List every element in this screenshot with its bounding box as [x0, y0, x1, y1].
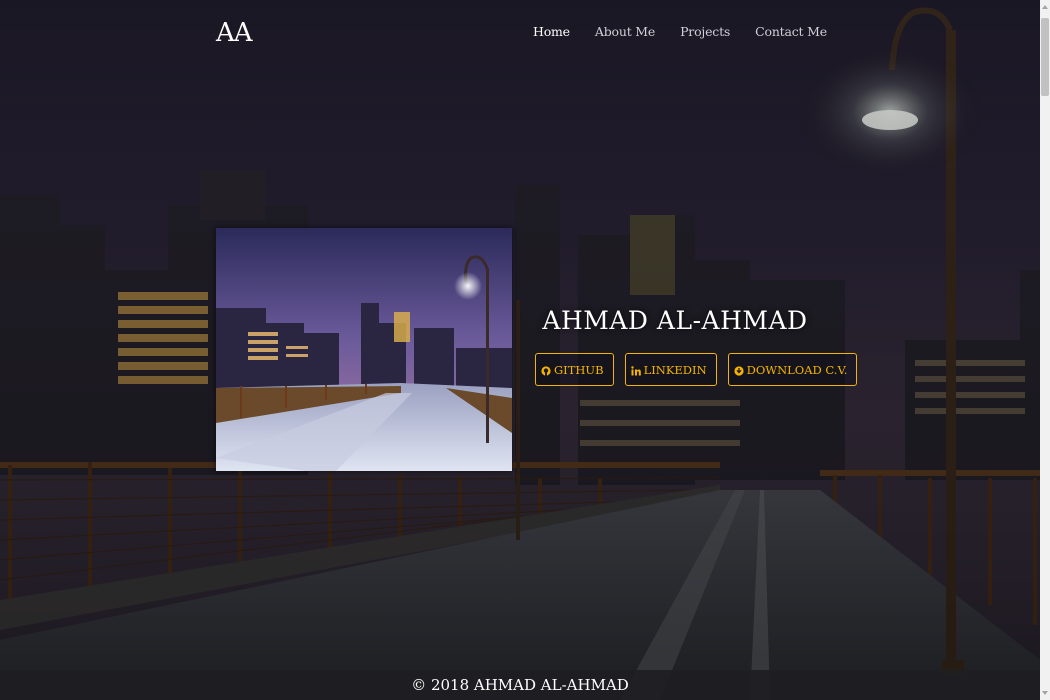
- scroll-down-arrow-icon[interactable]: [1040, 688, 1050, 698]
- linkedin-icon: [630, 365, 641, 375]
- page-scrollbar[interactable]: [1040, 0, 1050, 700]
- copyright-text: © 2018 AHMAD AL-AHMAD: [411, 676, 629, 694]
- download-cv-button-label: DOWNLOAD C.V.: [746, 362, 848, 377]
- linkedin-button[interactable]: LINKEDIN: [624, 353, 717, 386]
- nav-item-home[interactable]: Home: [533, 24, 570, 39]
- github-button-label: GITHUB: [554, 362, 604, 377]
- hero-name: AHMAD AL-AHMAD: [542, 306, 808, 335]
- download-cv-button[interactable]: DOWNLOAD C.V.: [727, 353, 858, 386]
- social-buttons: GITHUB LINKEDIN DOWNLOAD C.V.: [535, 353, 868, 386]
- linkedin-button-label: LINKEDIN: [643, 362, 707, 377]
- download-icon: [734, 365, 744, 376]
- brand-logo[interactable]: AA: [216, 18, 253, 48]
- github-icon: [541, 365, 551, 376]
- scroll-up-arrow-icon[interactable]: [1040, 2, 1050, 12]
- scroll-thumb[interactable]: [1041, 18, 1049, 96]
- github-button[interactable]: GITHUB: [535, 353, 614, 386]
- main-nav: Home About Me Projects Contact Me: [533, 24, 852, 39]
- profile-photo: [216, 228, 512, 471]
- nav-item-about-me[interactable]: About Me: [595, 24, 655, 39]
- background-image: [0, 0, 1040, 700]
- nav-item-projects[interactable]: Projects: [680, 24, 730, 39]
- footer: © 2018 AHMAD AL-AHMAD: [0, 670, 1040, 700]
- nav-item-contact-me[interactable]: Contact Me: [755, 24, 827, 39]
